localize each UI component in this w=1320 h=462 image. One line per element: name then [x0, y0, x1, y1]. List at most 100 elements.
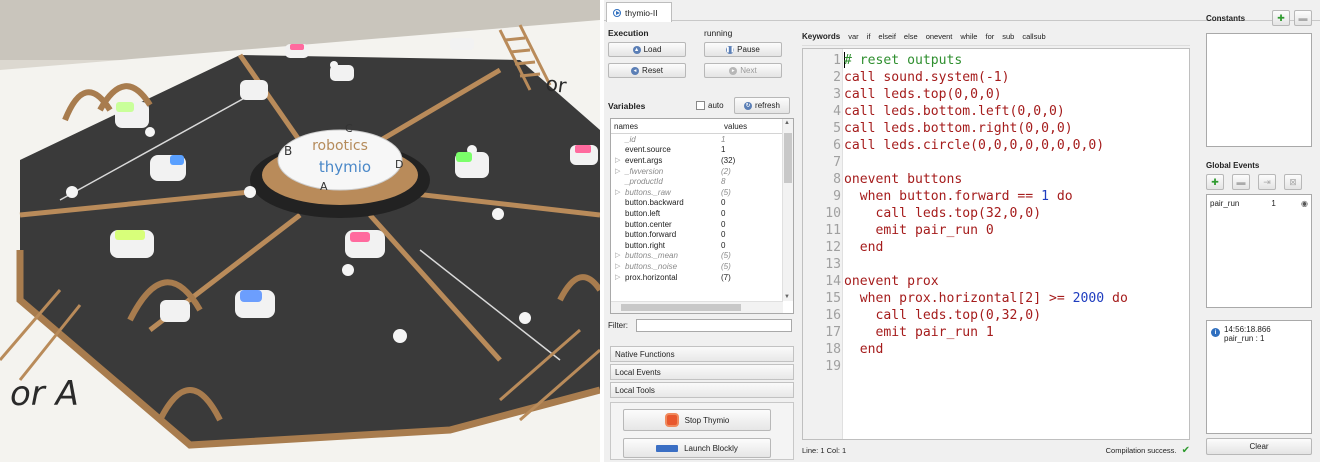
line-number: 12 — [825, 240, 841, 255]
line-number: 2 — [833, 70, 841, 85]
refresh-icon: ↻ — [744, 101, 753, 110]
variables-table[interactable]: names values _id 1 event.source 1 ▷ event.arg… — [610, 118, 794, 314]
variable-name: ▷ _fwversion — [611, 167, 721, 176]
variable-row[interactable]: ▷ buttons._noise (5) — [611, 261, 793, 272]
local-events-section[interactable]: Local Events — [610, 364, 794, 380]
keyword-button[interactable]: for — [985, 32, 994, 41]
keyword-button[interactable]: if — [867, 32, 871, 41]
variable-row[interactable]: ▷ _fwversion (2) — [611, 166, 793, 177]
variable-row[interactable]: _id 1 — [611, 134, 793, 145]
expand-icon[interactable]: ▷ — [615, 167, 620, 175]
constants-list[interactable] — [1206, 33, 1312, 147]
variable-name: ▷ prox.horizontal — [611, 273, 721, 282]
code-token: call sound.system(-1) — [844, 70, 1010, 85]
global-events-list[interactable]: pair_run 1 ◉ — [1206, 194, 1312, 308]
reset-button[interactable]: ◂ Reset — [608, 63, 686, 78]
line-number: 9 — [833, 189, 841, 204]
scroll-up-icon[interactable]: ▲ — [784, 120, 790, 126]
floor-label: or A — [10, 374, 79, 414]
variable-value: 0 — [721, 208, 726, 218]
launch-blockly-button[interactable]: Launch Blockly — [623, 438, 771, 458]
variable-name: ▷ event.args — [611, 156, 721, 165]
variable-row[interactable]: _productId 8 — [611, 176, 793, 187]
keyword-button[interactable]: onevent — [926, 32, 953, 41]
arena-photo: robotics thymio B C D A or A or — [0, 0, 600, 462]
add-event-button[interactable]: ✚ — [1206, 174, 1224, 190]
execution-status: running — [704, 28, 733, 38]
native-functions-section[interactable]: Native Functions — [610, 346, 794, 362]
keyword-button[interactable]: while — [960, 32, 977, 41]
code-text: end — [844, 341, 884, 358]
code-token: 2000 — [1072, 291, 1105, 306]
code-token: call leds.circle(0,0,0,0,0,0,0,0) — [844, 138, 1105, 153]
code-editor[interactable]: 1 # reset outputs 2 call sound.system(-1) 3 c… — [802, 48, 1190, 440]
keyword-button[interactable]: var — [848, 32, 858, 41]
code-line: 4 call leds.bottom.left(0,0,0) — [803, 103, 1189, 120]
variable-row[interactable]: ▷ event.args (32) — [611, 155, 793, 166]
local-tools-section[interactable]: Local Tools — [610, 382, 794, 398]
plot-event-button[interactable]: ⊠ — [1284, 174, 1302, 190]
load-button[interactable]: ▲ Load — [608, 42, 686, 57]
variable-row[interactable]: button.center 0 — [611, 219, 793, 230]
variables-vertical-scrollbar[interactable]: ▲ ▼ — [782, 119, 793, 301]
variable-row[interactable]: ▷ buttons._mean (5) — [611, 251, 793, 262]
eye-icon[interactable]: ◉ — [1301, 199, 1308, 208]
variable-row[interactable]: ▷ prox.horizontal (7) — [611, 272, 793, 283]
scroll-down-icon[interactable]: ▼ — [784, 294, 790, 300]
remove-event-button[interactable]: ▬ — [1232, 174, 1250, 190]
code-text: call leds.bottom.right(0,0,0) — [844, 120, 1073, 137]
line-number: 5 — [833, 121, 841, 136]
expand-icon[interactable]: ▷ — [615, 188, 620, 196]
expand-icon[interactable]: ▷ — [615, 156, 620, 164]
keyword-button[interactable]: sub — [1002, 32, 1014, 41]
variables-title: Variables — [608, 101, 646, 111]
variable-row[interactable]: button.backward 0 — [611, 198, 793, 209]
stop-thymio-button[interactable]: Stop Thymio — [623, 409, 771, 431]
remove-constant-button[interactable]: ▬ — [1294, 10, 1312, 26]
code-line: 13 — [803, 256, 1189, 273]
clear-button[interactable]: Clear — [1206, 438, 1312, 455]
variable-name: ▷ buttons._mean — [611, 251, 721, 260]
code-token: do — [1104, 291, 1128, 306]
filter-input[interactable] — [636, 319, 792, 332]
cursor-position: Line: 1 Col: 1 — [802, 445, 847, 455]
variable-row[interactable]: button.right 0 — [611, 240, 793, 251]
keyword-button[interactable]: else — [904, 32, 918, 41]
code-line: 6 call leds.circle(0,0,0,0,0,0,0,0) — [803, 137, 1189, 154]
plus-icon: ✚ — [1277, 12, 1285, 23]
variable-row[interactable]: event.source 1 — [611, 145, 793, 156]
next-button[interactable]: ▸ Next — [704, 63, 782, 78]
expand-icon[interactable]: ▷ — [615, 262, 620, 270]
keyword-button[interactable]: elseif — [878, 32, 896, 41]
code-token: call leds.bottom.left(0,0,0) — [844, 104, 1065, 119]
code-token: when prox.horizontal[2] >= — [844, 291, 1073, 306]
global-event-row[interactable]: pair_run 1 ◉ — [1207, 195, 1311, 212]
col-names: names — [614, 121, 639, 131]
variable-row[interactable]: ▷ buttons._raw (5) — [611, 187, 793, 198]
execution-title: Execution — [608, 28, 649, 38]
filter-label: Filter: — [608, 321, 628, 330]
pause-button[interactable]: ❚❚ Pause — [704, 42, 782, 57]
send-event-button[interactable]: ⇥ — [1258, 174, 1276, 190]
auto-checkbox[interactable] — [696, 101, 705, 110]
expand-icon[interactable]: ▷ — [615, 273, 620, 281]
expand-icon[interactable]: ▷ — [615, 251, 620, 259]
load-icon: ▲ — [632, 45, 641, 54]
scrollbar-thumb[interactable] — [784, 133, 792, 183]
variable-name: button.forward — [611, 230, 721, 239]
global-events-title: Global Events — [1206, 161, 1260, 170]
variable-row[interactable]: button.forward 0 — [611, 229, 793, 240]
variable-value: (7) — [721, 272, 731, 282]
add-constant-button[interactable]: ✚ — [1272, 10, 1290, 26]
variable-name-text: buttons._mean — [625, 251, 678, 261]
code-line: 17 emit pair_run 1 — [803, 324, 1189, 341]
variable-row[interactable]: button.left 0 — [611, 208, 793, 219]
refresh-button[interactable]: ↻ refresh — [734, 97, 790, 114]
variables-horizontal-scrollbar[interactable] — [611, 301, 783, 313]
variable-name-text: event.source — [625, 145, 671, 155]
hscrollbar-thumb[interactable] — [621, 304, 741, 311]
check-icon: ✔ — [1181, 444, 1190, 456]
tab-thymio[interactable]: thymio-II — [606, 2, 672, 22]
keyword-button[interactable]: callsub — [1022, 32, 1045, 41]
code-token: 1 — [1041, 189, 1049, 204]
